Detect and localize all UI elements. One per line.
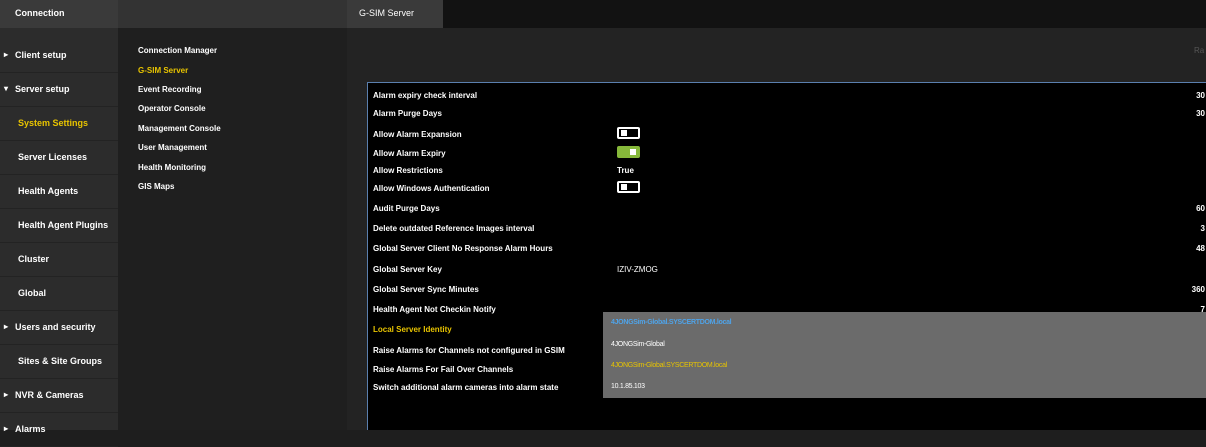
toolbar-hint[interactable]: Ra <box>1194 46 1204 55</box>
setting-row-global-server-sync-minutes[interactable]: Global Server Sync Minutes 360 <box>368 280 1206 298</box>
left-navigation: Connection ▸ Client setup ▾ Server setup… <box>0 0 118 447</box>
setting-name: Alarm expiry check interval <box>373 91 478 100</box>
sub-item-health-monitoring[interactable]: Health Monitoring <box>138 163 206 172</box>
setting-name: Delete outdated Reference Images interva… <box>373 224 535 233</box>
setting-name: Switch additional alarm cameras into ala… <box>373 383 559 392</box>
caret-right-icon: ▸ <box>4 424 9 433</box>
nav-item-label: Server Licenses <box>18 152 88 162</box>
sub-item-connection-manager[interactable]: Connection Manager <box>138 46 217 55</box>
setting-value[interactable]: IZIV-ZMOG <box>617 265 658 274</box>
setting-row-alarm-expiry-check-interval[interactable]: Alarm expiry check interval 30 <box>368 86 1206 104</box>
nav-item-server-setup[interactable]: ▾ Server setup <box>0 72 118 107</box>
dropdown-option-label: 4JONGSim-Global.SYSCERTDOM.local <box>611 362 727 369</box>
nav-item-label: NVR & Cameras <box>15 390 84 400</box>
nav-item-users-and-security[interactable]: ▸ Users and security <box>0 310 118 345</box>
setting-row-client-no-response-alarm-hours[interactable]: Global Server Client No Response Alarm H… <box>368 239 1206 257</box>
setting-name: Allow Windows Authentication <box>373 184 490 193</box>
setting-name: Raise Alarms For Fail Over Channels <box>373 365 514 374</box>
caret-right-icon: ▸ <box>4 390 9 399</box>
caret-down-icon: ▾ <box>4 84 9 93</box>
sub-item-gsim-server[interactable]: G-SIM Server <box>138 66 188 75</box>
dropdown-option[interactable]: 4JONGSim-Global.SYSCERTDOM.local <box>603 312 1206 333</box>
nav-item-client-setup[interactable]: ▸ Client setup <box>0 38 118 73</box>
toggle-switch-on[interactable] <box>617 146 640 158</box>
setting-row-audit-purge-days[interactable]: Audit Purge Days 60 <box>368 199 1206 217</box>
setting-name: Global Server Key <box>373 265 442 274</box>
nav-item-label: Health Agents <box>18 186 79 196</box>
nav-item-label: Cluster <box>18 254 50 264</box>
nav-item-system-settings[interactable]: System Settings <box>0 106 118 141</box>
setting-row-alarm-purge-days[interactable]: Alarm Purge Days 30 <box>368 104 1206 122</box>
sub-item-user-management[interactable]: User Management <box>138 143 207 152</box>
setting-value[interactable]: 30 <box>1196 109 1205 118</box>
nav-item-health-agents[interactable]: Health Agents <box>0 174 118 209</box>
setting-value[interactable]: True <box>617 166 634 175</box>
caret-right-icon: ▸ <box>4 322 9 331</box>
sub-navigation: Connection Manager G-SIM Server Event Re… <box>118 0 347 430</box>
dropdown-option[interactable]: 4JONGSim-Global <box>603 334 1206 355</box>
tab-gsim-server[interactable]: G-SIM Server <box>347 0 443 28</box>
setting-value[interactable]: 30 <box>1196 91 1205 100</box>
setting-row-global-server-key[interactable]: Global Server Key IZIV-ZMOG <box>368 260 1206 278</box>
nav-item-sites-and-site-groups[interactable]: Sites & Site Groups <box>0 344 118 379</box>
server-identity-dropdown-list[interactable]: 4JONGSim-Global.SYSCERTDOM.local 4JONGSi… <box>603 312 1206 398</box>
connection-header[interactable]: Connection <box>0 0 118 28</box>
toggle-switch-off[interactable] <box>617 127 640 139</box>
nav-item-label: Alarms <box>15 424 46 434</box>
setting-value[interactable]: 3 <box>1201 224 1205 233</box>
setting-value[interactable]: 48 <box>1196 244 1205 253</box>
setting-row-allow-windows-authentication[interactable]: Allow Windows Authentication <box>368 179 1206 197</box>
setting-name: Local Server Identity <box>373 325 452 334</box>
dropdown-option[interactable]: 4JONGSim-Global.SYSCERTDOM.local <box>603 355 1206 376</box>
nav-item-health-agent-plugins[interactable]: Health Agent Plugins <box>0 208 118 243</box>
nav-item-cluster[interactable]: Cluster <box>0 242 118 277</box>
nav-item-server-licenses[interactable]: Server Licenses <box>0 140 118 175</box>
setting-row-allow-alarm-expansion[interactable]: Allow Alarm Expansion <box>368 125 1206 143</box>
nav-item-label: Server setup <box>15 84 70 94</box>
setting-value[interactable]: 360 <box>1192 285 1205 294</box>
setting-name: Alarm Purge Days <box>373 109 442 118</box>
connection-header-label: Connection <box>15 8 65 18</box>
setting-name: Allow Restrictions <box>373 166 443 175</box>
setting-row-delete-outdated-reference-images[interactable]: Delete outdated Reference Images interva… <box>368 219 1206 237</box>
tab-bar: G-SIM Server <box>347 0 1206 28</box>
nav-item-global[interactable]: Global <box>0 276 118 311</box>
tab-label: G-SIM Server <box>359 8 415 18</box>
dropdown-option-label: 4JONGSim-Global <box>611 341 665 348</box>
dropdown-option[interactable]: 10.1.85.103 <box>603 376 1206 397</box>
setting-name: Health Agent Not Checkin Notify <box>373 305 496 314</box>
nav-item-label: Client setup <box>15 50 67 60</box>
setting-name: Global Server Client No Response Alarm H… <box>373 244 553 253</box>
nav-item-label: Global <box>18 288 47 298</box>
sub-item-management-console[interactable]: Management Console <box>138 124 221 133</box>
sub-item-event-recording[interactable]: Event Recording <box>138 85 202 94</box>
sub-navigation-header <box>118 0 347 28</box>
nav-item-label: Users and security <box>15 322 96 332</box>
setting-value[interactable]: 60 <box>1196 204 1205 213</box>
setting-name: Allow Alarm Expansion <box>373 130 462 139</box>
dropdown-option-label: 10.1.85.103 <box>611 383 645 390</box>
nav-item-label: Health Agent Plugins <box>18 220 109 230</box>
setting-name: Allow Alarm Expiry <box>373 149 446 158</box>
nav-item-nvr-and-cameras[interactable]: ▸ NVR & Cameras <box>0 378 118 413</box>
sub-item-gis-maps[interactable]: GIS Maps <box>138 182 174 191</box>
dropdown-option-label: 4JONGSim-Global.SYSCERTDOM.local <box>611 319 732 326</box>
setting-name: Raise Alarms for Channels not configured… <box>373 346 565 355</box>
caret-right-icon: ▸ <box>4 50 9 59</box>
setting-row-allow-restrictions[interactable]: Allow Restrictions True <box>368 161 1206 179</box>
setting-name: Global Server Sync Minutes <box>373 285 479 294</box>
nav-item-label: System Settings <box>18 118 89 128</box>
sub-item-operator-console[interactable]: Operator Console <box>138 104 206 113</box>
setting-name: Audit Purge Days <box>373 204 440 213</box>
nav-item-label: Sites & Site Groups <box>18 356 103 366</box>
toggle-switch-off[interactable] <box>617 181 640 193</box>
setting-row-allow-alarm-expiry[interactable]: Allow Alarm Expiry <box>368 144 1206 162</box>
